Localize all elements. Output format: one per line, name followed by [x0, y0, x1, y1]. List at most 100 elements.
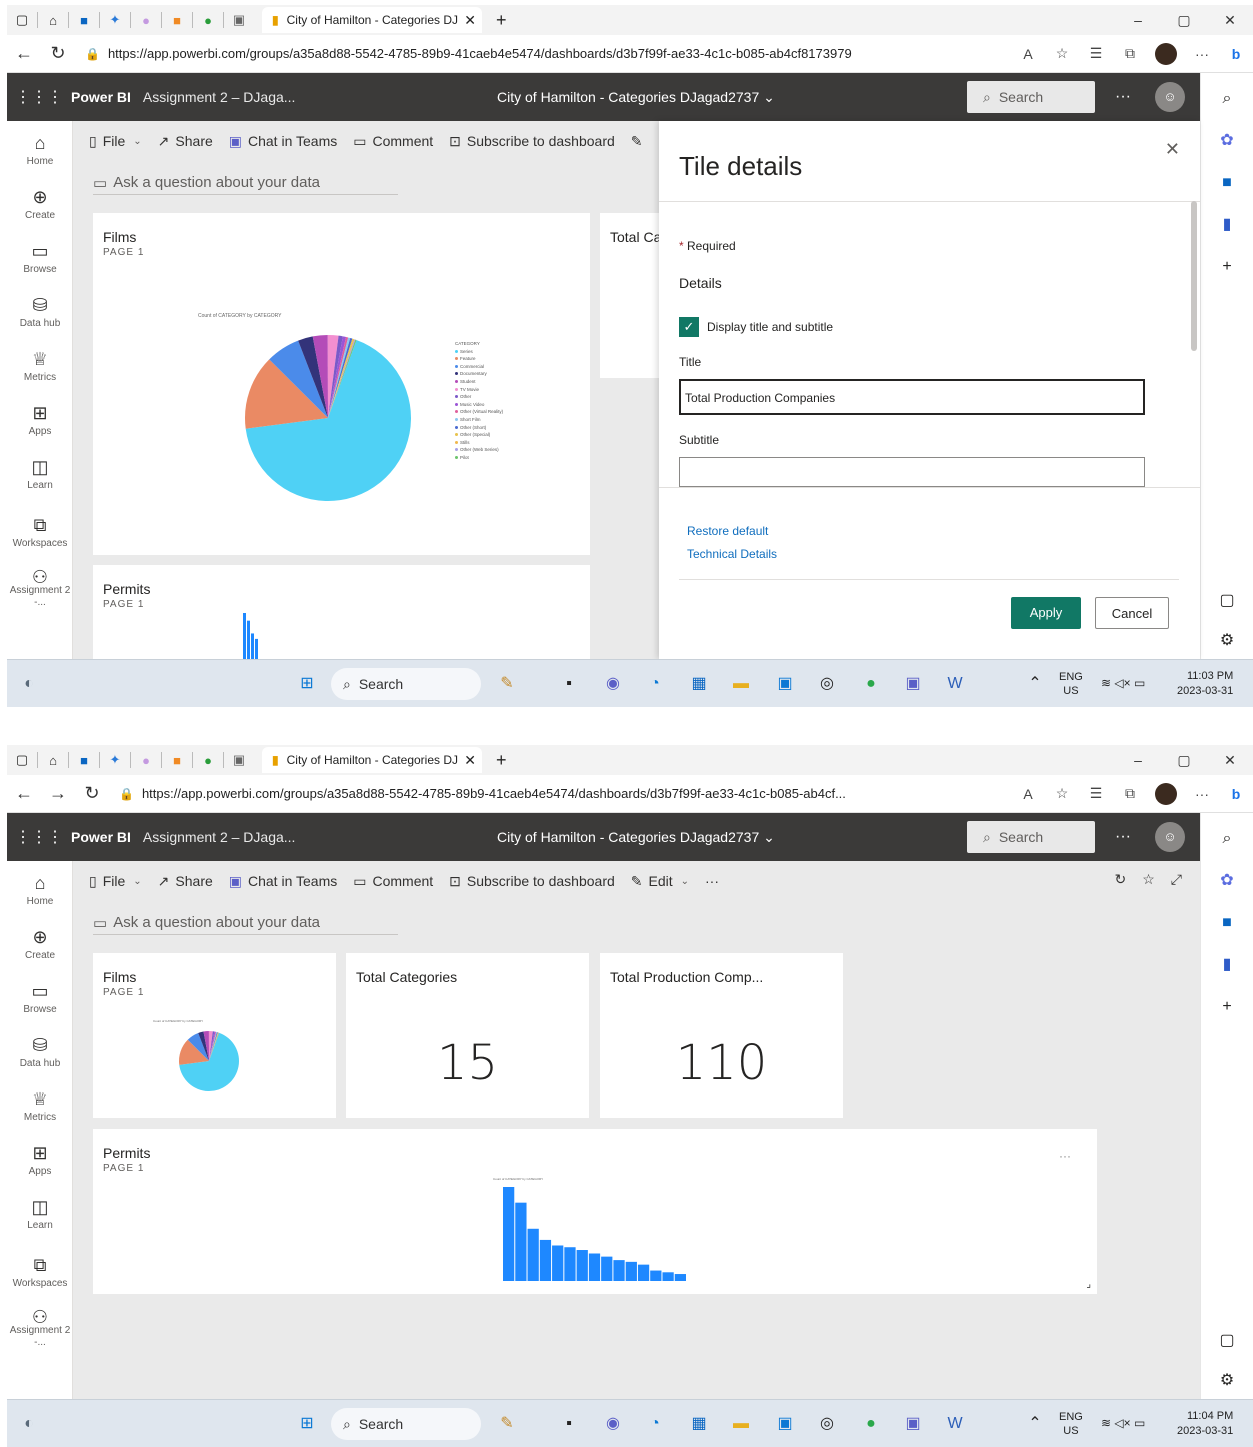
favorite-icon[interactable]: ☆: [1045, 45, 1079, 62]
subtitle-input[interactable]: [679, 457, 1145, 487]
pinned-tab-icon[interactable]: ▣: [230, 752, 248, 768]
bing-icon[interactable]: b: [1219, 786, 1253, 802]
search-input[interactable]: ⌕ Search: [967, 81, 1095, 113]
favorite-icon[interactable]: ☆: [1142, 871, 1155, 888]
close-icon[interactable]: ✕: [1165, 139, 1180, 160]
edit-button[interactable]: ✎: [631, 133, 649, 150]
more-icon[interactable]: ···: [1185, 46, 1219, 62]
sidebar-toggle-icon[interactable]: ▢: [1215, 589, 1239, 613]
pinned-tab-icon[interactable]: ■: [75, 752, 93, 768]
total-categories-tile[interactable]: Total Categories 15: [346, 953, 589, 1118]
title-input[interactable]: Total Production Companies: [679, 379, 1145, 415]
gear-icon[interactable]: ⚙: [1215, 1369, 1239, 1393]
pinned-tab-icon[interactable]: ●: [199, 752, 217, 768]
browser-tab-active[interactable]: ▮ City of Hamilton - Categories DJ ✕: [262, 747, 482, 773]
nav-metrics[interactable]: ♕ Metrics: [7, 1089, 73, 1123]
comment-button[interactable]: ▭ Comment: [353, 133, 433, 150]
collections-icon[interactable]: ⧉: [1113, 785, 1147, 802]
nav-assignment[interactable]: ⚇ Assignment 2 -...: [7, 1308, 73, 1349]
new-tab-icon[interactable]: +: [496, 750, 507, 771]
word-icon[interactable]: W: [943, 672, 967, 696]
comment-button[interactable]: ▭ Comment: [353, 873, 433, 890]
edge-icon[interactable]: ◔: [643, 1412, 667, 1436]
technical-details-link[interactable]: Technical Details: [687, 547, 777, 561]
collections-icon[interactable]: ⌂: [44, 752, 62, 768]
brand[interactable]: Power BI: [71, 89, 131, 105]
nav-apps[interactable]: ⊞ Apps: [7, 1143, 73, 1177]
edit-menu[interactable]: ✎ Edit ⌄: [631, 873, 689, 890]
permits-tile[interactable]: Permits PAGE 1 ··· Count of CATEGORY by …: [93, 1129, 1097, 1294]
task-view-icon[interactable]: ▪: [557, 672, 581, 696]
pane-scrollbar[interactable]: [1191, 201, 1197, 351]
office-icon[interactable]: ▮: [1215, 213, 1239, 237]
nav-create[interactable]: ⊕ Create: [7, 927, 73, 961]
nav-home[interactable]: ⌂ Home: [7, 873, 73, 907]
nav-learn[interactable]: ◫ Learn: [7, 1197, 73, 1231]
taskbar-search[interactable]: ⌕ Search: [331, 668, 481, 700]
nav-assignment[interactable]: ⚇ Assignment 2 -...: [7, 568, 73, 609]
avatar[interactable]: ☺: [1155, 82, 1185, 112]
outlook-icon[interactable]: ■: [1215, 911, 1239, 935]
lock-icon[interactable]: 🔒: [85, 47, 100, 61]
add-icon[interactable]: +: [1215, 995, 1239, 1019]
share-button[interactable]: ↗ Share: [158, 873, 213, 890]
collections-icon[interactable]: ⧉: [1113, 45, 1147, 62]
close-tab-icon[interactable]: ✕: [464, 752, 476, 769]
more-actions-button[interactable]: ···: [705, 873, 719, 889]
close-tab-icon[interactable]: ✕: [464, 12, 476, 29]
qa-input[interactable]: ▭ Ask a question about your data: [93, 911, 398, 935]
collections-icon[interactable]: ⌂: [44, 12, 62, 28]
nav-metrics[interactable]: ♕ Metrics: [7, 349, 73, 383]
chevron-up-icon[interactable]: ⌃: [1023, 1412, 1047, 1436]
share-button[interactable]: ↗ Share: [158, 133, 213, 150]
refresh-icon[interactable]: ↻: [75, 783, 109, 804]
films-tile[interactable]: Films PAGE 1 Count of CATEGORY by CATEGO…: [93, 213, 590, 555]
close-window-icon[interactable]: ✕: [1207, 752, 1253, 769]
pinned-tab-icon[interactable]: ✦: [106, 12, 124, 28]
films-tile[interactable]: Films PAGE 1 Count of CATEGORY by CATEGO…: [93, 953, 336, 1118]
nav-learn[interactable]: ◫ Learn: [7, 457, 73, 491]
widgets-icon[interactable]: ◐: [17, 1412, 41, 1436]
news-icon[interactable]: ✎: [495, 672, 519, 696]
dell-icon[interactable]: ◎: [815, 672, 839, 696]
language-indicator[interactable]: ENG US: [1059, 670, 1083, 698]
word-icon[interactable]: W: [943, 1412, 967, 1436]
teams-icon[interactable]: ▣: [901, 672, 925, 696]
copilot-icon[interactable]: ✿: [1215, 129, 1239, 153]
restore-icon[interactable]: ▢: [1161, 752, 1207, 769]
pinned-tab-icon[interactable]: ●: [199, 12, 217, 28]
search-input[interactable]: ⌕ Search: [967, 821, 1095, 853]
search-icon[interactable]: ⌕: [1215, 87, 1239, 111]
read-aloud-icon[interactable]: A: [1011, 46, 1045, 62]
pinned-tab-icon[interactable]: ●: [137, 12, 155, 28]
office-icon[interactable]: ▮: [1215, 953, 1239, 977]
app-launcher-icon[interactable]: ⋮⋮⋮: [7, 87, 71, 107]
dashboard-title[interactable]: City of Hamilton - Categories DJagad2737…: [497, 89, 775, 106]
file-explorer-icon[interactable]: ▬: [729, 672, 753, 696]
more-options-icon[interactable]: ···: [1115, 88, 1131, 106]
store-icon[interactable]: ▦: [687, 1412, 711, 1436]
browser-tab-active[interactable]: ▮ City of Hamilton - Categories DJ ✕: [262, 7, 482, 33]
start-icon[interactable]: ⊞: [295, 1412, 319, 1436]
profile-avatar[interactable]: [1155, 42, 1177, 65]
nav-workspaces[interactable]: ⧉ Workspaces: [7, 1255, 73, 1289]
chat-in-teams-button[interactable]: ▣ Chat in Teams: [229, 133, 337, 150]
bing-icon[interactable]: b: [1219, 46, 1253, 62]
dell-icon[interactable]: ◎: [815, 1412, 839, 1436]
pinned-tab-icon[interactable]: ■: [75, 12, 93, 28]
read-aloud-icon[interactable]: A: [1011, 786, 1045, 802]
refresh-icon[interactable]: ↻: [41, 43, 75, 64]
close-window-icon[interactable]: ✕: [1207, 12, 1253, 29]
brand[interactable]: Power BI: [71, 829, 131, 845]
nav-workspaces[interactable]: ⧉ Workspaces: [7, 515, 73, 549]
outlook-icon[interactable]: ■: [1215, 171, 1239, 195]
lock-icon[interactable]: 🔒: [119, 787, 134, 801]
nav-browse[interactable]: ▭ Browse: [7, 981, 73, 1015]
system-tray-icons[interactable]: ≋ ◁× ▭: [1101, 676, 1145, 690]
url-field[interactable]: https://app.powerbi.com/groups/a35a8d88-…: [142, 786, 1011, 801]
app-launcher-icon[interactable]: ⋮⋮⋮: [7, 827, 71, 847]
subscribe-button[interactable]: ⊡ Subscribe to dashboard: [449, 873, 615, 890]
nav-data-hub[interactable]: ⛁ Data hub: [7, 295, 73, 329]
copilot-icon[interactable]: ✿: [1215, 869, 1239, 893]
tab-actions-icon[interactable]: ▢: [13, 752, 31, 768]
